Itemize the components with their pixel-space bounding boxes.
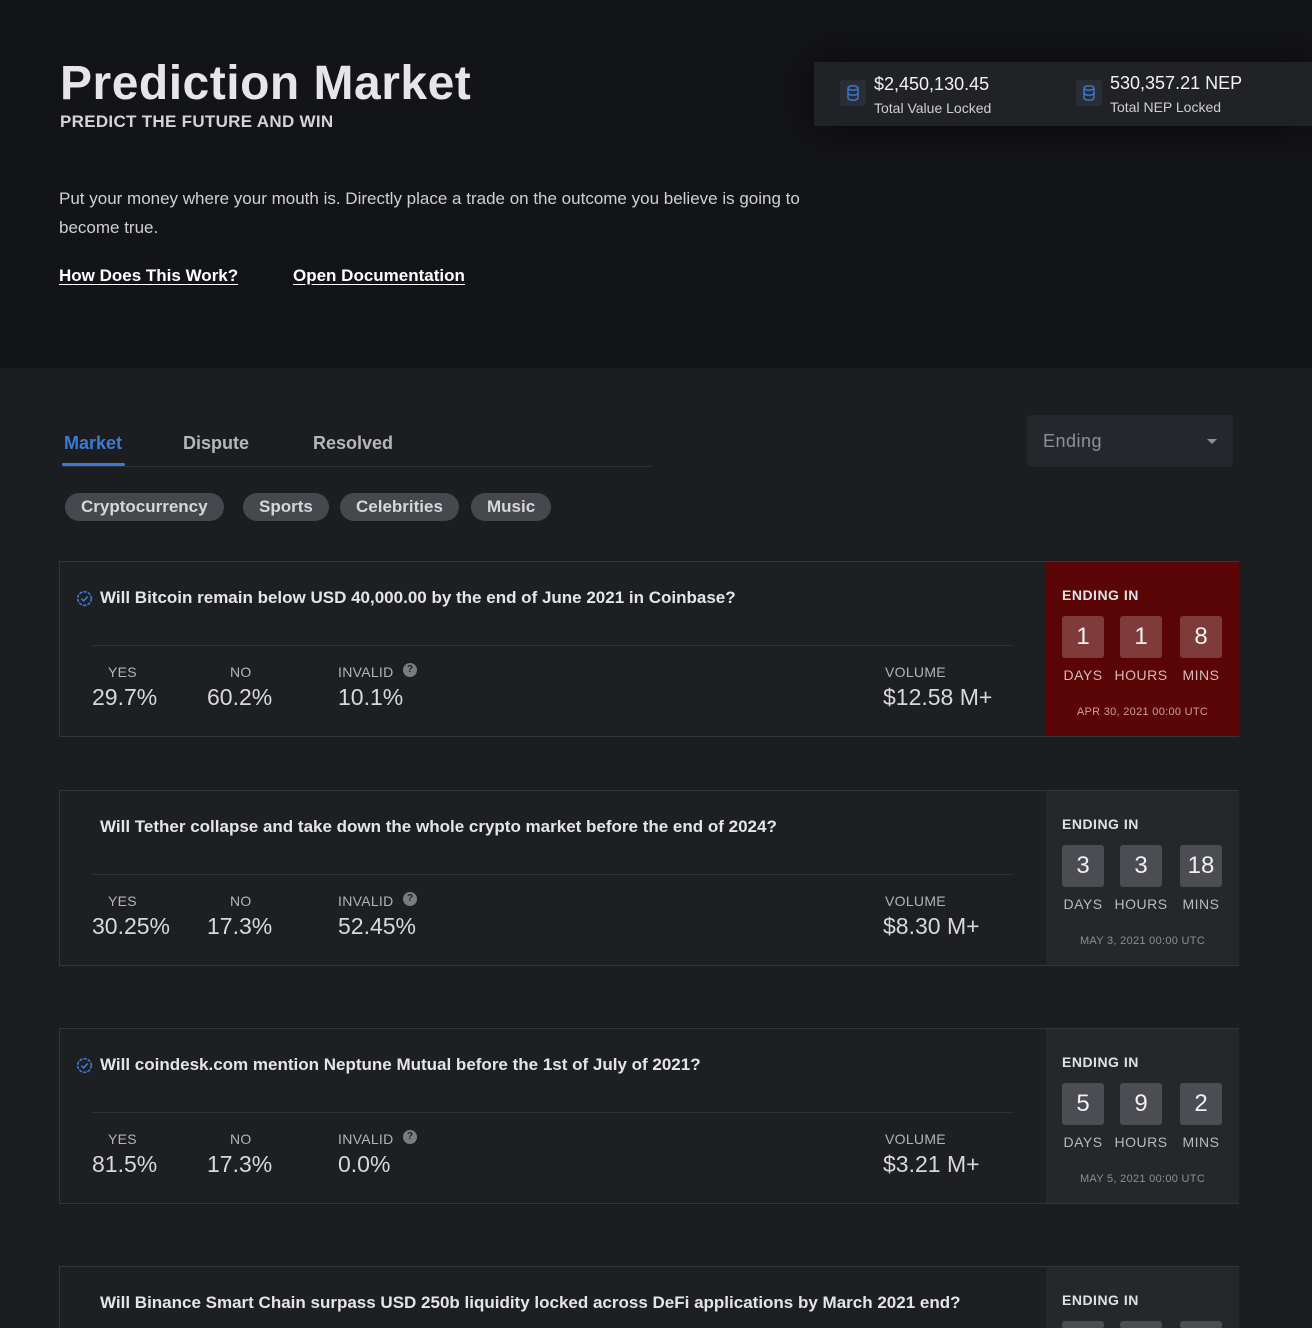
help-icon[interactable]: ? [403,663,417,677]
market-question[interactable]: Will Bitcoin remain below USD 40,000.00 … [100,587,1030,609]
hours-label: HOURS [1114,896,1168,912]
ending-countdown: ENDING IN [1046,1267,1239,1328]
stat-label: Total NEP Locked [1110,99,1222,115]
countdown-mins: 18 [1180,845,1222,887]
invalid-label: INVALID [338,1131,394,1147]
open-documentation-link[interactable]: Open Documentation [293,266,465,286]
invalid-percent: 10.1% [338,684,404,710]
page-description: Put your money where your mouth is. Dire… [59,189,800,237]
volume-label: VOLUME [885,664,946,680]
market-card[interactable]: Will Binance Smart Chain surpass USD 250… [59,1266,1239,1328]
countdown-days: 1 [1062,616,1104,658]
mins-label: MINS [1182,1134,1220,1150]
database-icon [840,80,866,106]
yes-percent: 29.7% [92,684,158,710]
divider [92,1112,1014,1113]
countdown-hours: 1 [1120,616,1162,658]
ending-countdown: ENDING IN 1 1 8 DAYS HOURS MINS APR 30, … [1046,562,1239,736]
divider [92,645,1014,646]
stat-label: Total Value Locked [874,100,992,116]
ending-in-label: ENDING IN [1062,1292,1139,1308]
ending-countdown: ENDING IN 5 9 2 DAYS HOURS MINS MAY 5, 2… [1046,1029,1239,1203]
help-icon[interactable]: ? [403,892,417,906]
no-percent: 17.3% [207,1151,273,1177]
end-date: MAY 5, 2021 00:00 UTC [1079,1173,1206,1185]
tab-market[interactable]: Market [64,433,122,454]
category-chip-celebrities[interactable]: Celebrities [340,493,459,521]
volume-value: $12.58 M+ [883,684,993,710]
no-label: NO [230,893,252,909]
how-does-this-work-link[interactable]: How Does This Work? [59,266,238,286]
market-card[interactable]: Will Tether collapse and take down the w… [59,790,1239,966]
category-chip-music[interactable]: Music [471,493,552,521]
ending-in-label: ENDING IN [1062,816,1139,832]
tab-resolved[interactable]: Resolved [313,433,393,454]
help-icon[interactable]: ? [403,1130,417,1144]
market-card[interactable]: Will coindesk.com mention Neptune Mutual… [59,1028,1239,1204]
volume-value: $3.21 M+ [883,1151,980,1177]
page-title: Prediction Market [60,57,472,110]
hours-label: HOURS [1114,667,1168,683]
sort-dropdown-value: Ending [1043,431,1103,451]
market-question[interactable]: Will coindesk.com mention Neptune Mutual… [100,1054,1030,1076]
stat-value: $2,450,130.45 [874,74,990,94]
countdown-hours: 9 [1120,1083,1162,1125]
end-date: APR 30, 2021 00:00 UTC [1076,706,1209,718]
category-chip-cryptocurrency[interactable]: Cryptocurrency [65,493,224,521]
countdown-mins: 8 [1180,616,1222,658]
days-label: DAYS [1063,1134,1103,1150]
no-percent: 17.3% [207,913,273,939]
invalid-label: INVALID [338,664,394,680]
countdown-days [1062,1321,1104,1328]
category-chip-sports[interactable]: Sports [243,493,329,521]
end-date: MAY 3, 2021 00:00 UTC [1079,935,1206,947]
no-percent: 60.2% [207,684,273,710]
mins-label: MINS [1182,667,1220,683]
sort-dropdown[interactable]: Ending [1027,415,1233,467]
market-question[interactable]: Will Tether collapse and take down the w… [100,816,1030,838]
yes-percent: 81.5% [92,1151,158,1177]
hours-label: HOURS [1114,1134,1168,1150]
divider [92,874,1014,875]
countdown-mins: 2 [1180,1083,1222,1125]
countdown-days: 5 [1062,1083,1104,1125]
no-label: NO [230,664,252,680]
stats-panel: $2,450,130.45 Total Value Locked 530,357… [814,62,1312,126]
ending-in-label: ENDING IN [1062,1054,1139,1070]
tab-dispute[interactable]: Dispute [183,433,249,454]
stat-value: 530,357.21 NEP [1110,73,1243,93]
no-label: NO [230,1131,252,1147]
invalid-percent: 0.0% [338,1151,391,1177]
page-subtitle: PREDICT THE FUTURE AND WIN [60,112,334,131]
yes-label: YES [108,1131,137,1147]
yes-percent: 30.25% [92,913,171,939]
countdown-hours [1120,1321,1162,1328]
database-icon [1076,80,1102,106]
volume-value: $8.30 M+ [883,913,980,939]
volume-label: VOLUME [885,1131,946,1147]
market-question[interactable]: Will Binance Smart Chain surpass USD 250… [100,1292,1030,1328]
ending-countdown: ENDING IN 3 3 18 DAYS HOURS MINS MAY 3, … [1046,791,1239,965]
verified-check-icon [76,590,93,607]
volume-label: VOLUME [885,893,946,909]
verified-check-icon [76,1057,93,1074]
ending-in-label: ENDING IN [1062,587,1139,603]
mins-label: MINS [1182,896,1220,912]
active-tab-indicator [62,463,125,466]
days-label: DAYS [1063,896,1103,912]
yes-label: YES [108,893,137,909]
countdown-days: 3 [1062,845,1104,887]
invalid-percent: 52.45% [338,913,417,939]
countdown-mins [1180,1321,1222,1328]
countdown-hours: 3 [1120,845,1162,887]
hero-section: Prediction Market PREDICT THE FUTURE AND… [0,0,1312,368]
days-label: DAYS [1063,667,1103,683]
market-card[interactable]: Will Bitcoin remain below USD 40,000.00 … [59,561,1239,737]
market-tabs: Market Dispute Resolved [62,424,652,467]
chevron-down-icon [1207,439,1217,444]
yes-label: YES [108,664,137,680]
invalid-label: INVALID [338,893,394,909]
